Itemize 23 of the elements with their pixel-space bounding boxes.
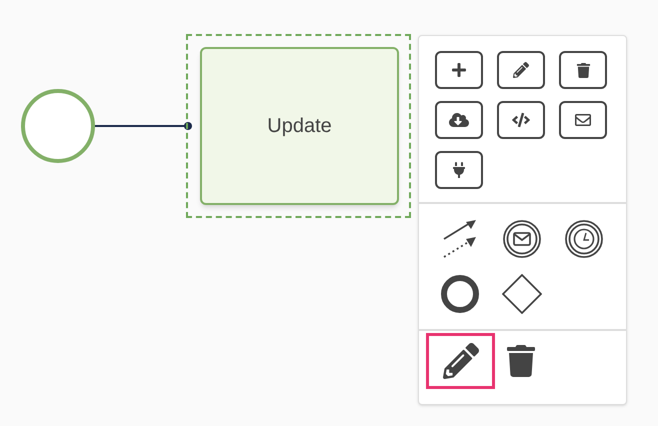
edit-tool[interactable] [426,333,495,389]
action-button[interactable] [559,51,607,89]
envelope-icon [575,112,591,128]
gateway-icon[interactable] [502,274,542,314]
pencil-icon [442,343,478,379]
pencil-icon [513,62,529,78]
trash-icon [576,62,590,78]
action-button[interactable] [435,151,483,189]
action-button[interactable] [497,51,545,89]
cloud-download-icon [449,110,469,130]
trash-icon [505,345,537,377]
timer-event-icon[interactable] [564,219,604,259]
plus-icon [451,62,467,78]
action-button[interactable] [559,101,607,139]
task[interactable]: Update [200,47,399,205]
message-event-icon[interactable] [502,219,542,259]
end-event-icon[interactable] [440,274,480,314]
action-button[interactable] [435,51,483,89]
action-button[interactable] [435,101,483,139]
action-button[interactable] [497,101,545,139]
task-label: Update [267,114,332,139]
code-icon [512,111,530,129]
plug-icon [451,162,467,178]
